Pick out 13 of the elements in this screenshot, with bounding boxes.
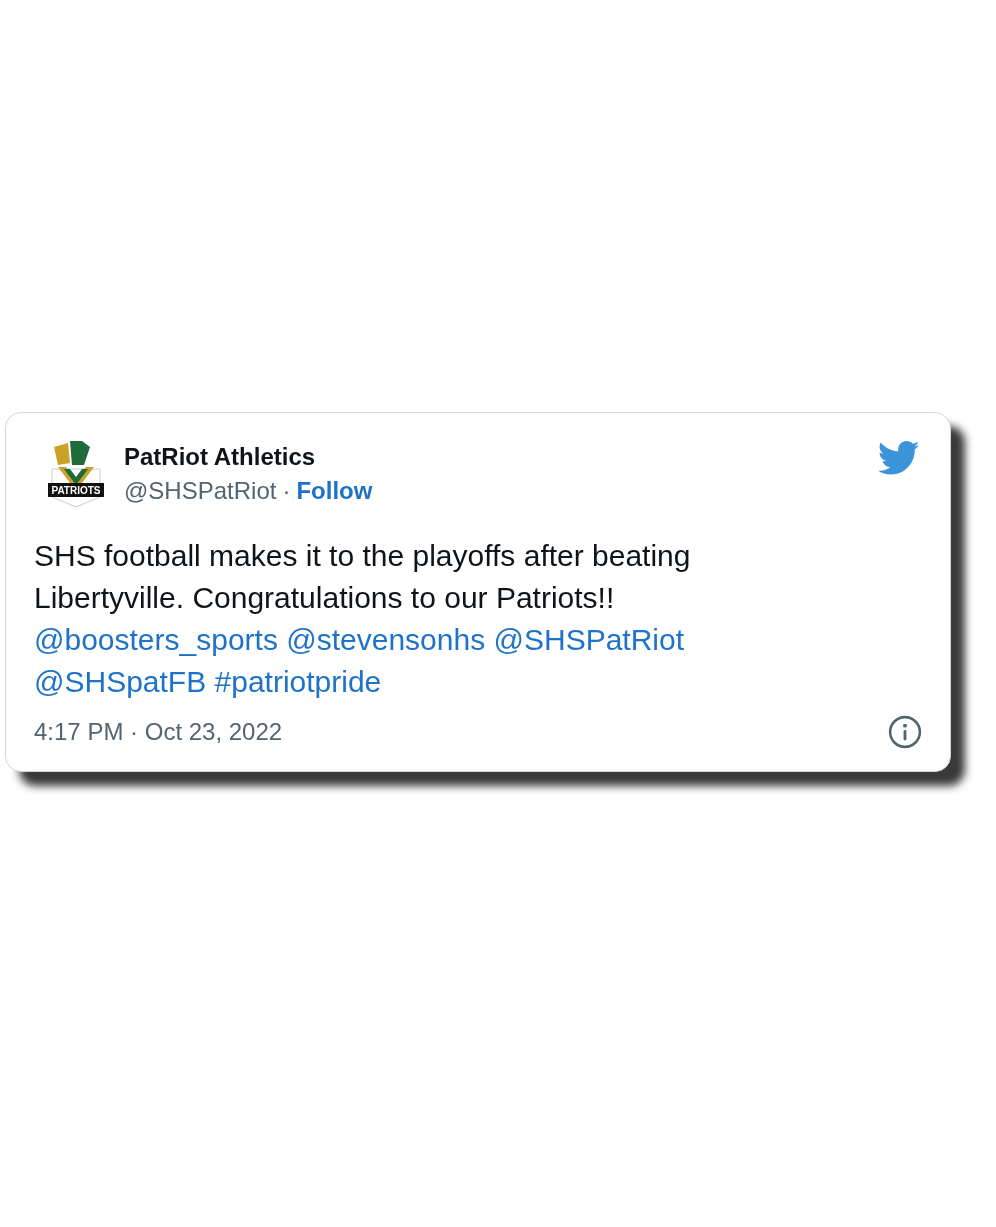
mention-link[interactable]: @SHSpatFB xyxy=(34,665,207,698)
follow-link[interactable]: Follow xyxy=(296,477,373,504)
timestamp-link[interactable]: 4:17 PM · Oct 23, 2022 xyxy=(34,718,283,746)
info-icon[interactable] xyxy=(888,715,922,749)
author-handle[interactable]: @SHSPatRiot xyxy=(124,477,277,504)
mention-link[interactable]: @boosters_sports xyxy=(34,623,278,656)
hashtag-link[interactable]: #patriotpride xyxy=(214,665,382,698)
author-name[interactable]: PatRiot Athletics xyxy=(124,443,316,471)
mention-link[interactable]: @stevensonhs xyxy=(286,623,486,656)
team-logo: PATRIOTS xyxy=(46,439,106,509)
mention-link[interactable]: @SHSPatRiot xyxy=(493,623,685,656)
tweet-text: SHS football makes it to the playoffs after beating Libertyville. Congratulations to our Patriots!! @boosters_sports @stevensonhs @SHSPatRiot @SHSpatFB #patriotpride xyxy=(34,538,692,700)
separator-dot: · xyxy=(282,477,291,504)
